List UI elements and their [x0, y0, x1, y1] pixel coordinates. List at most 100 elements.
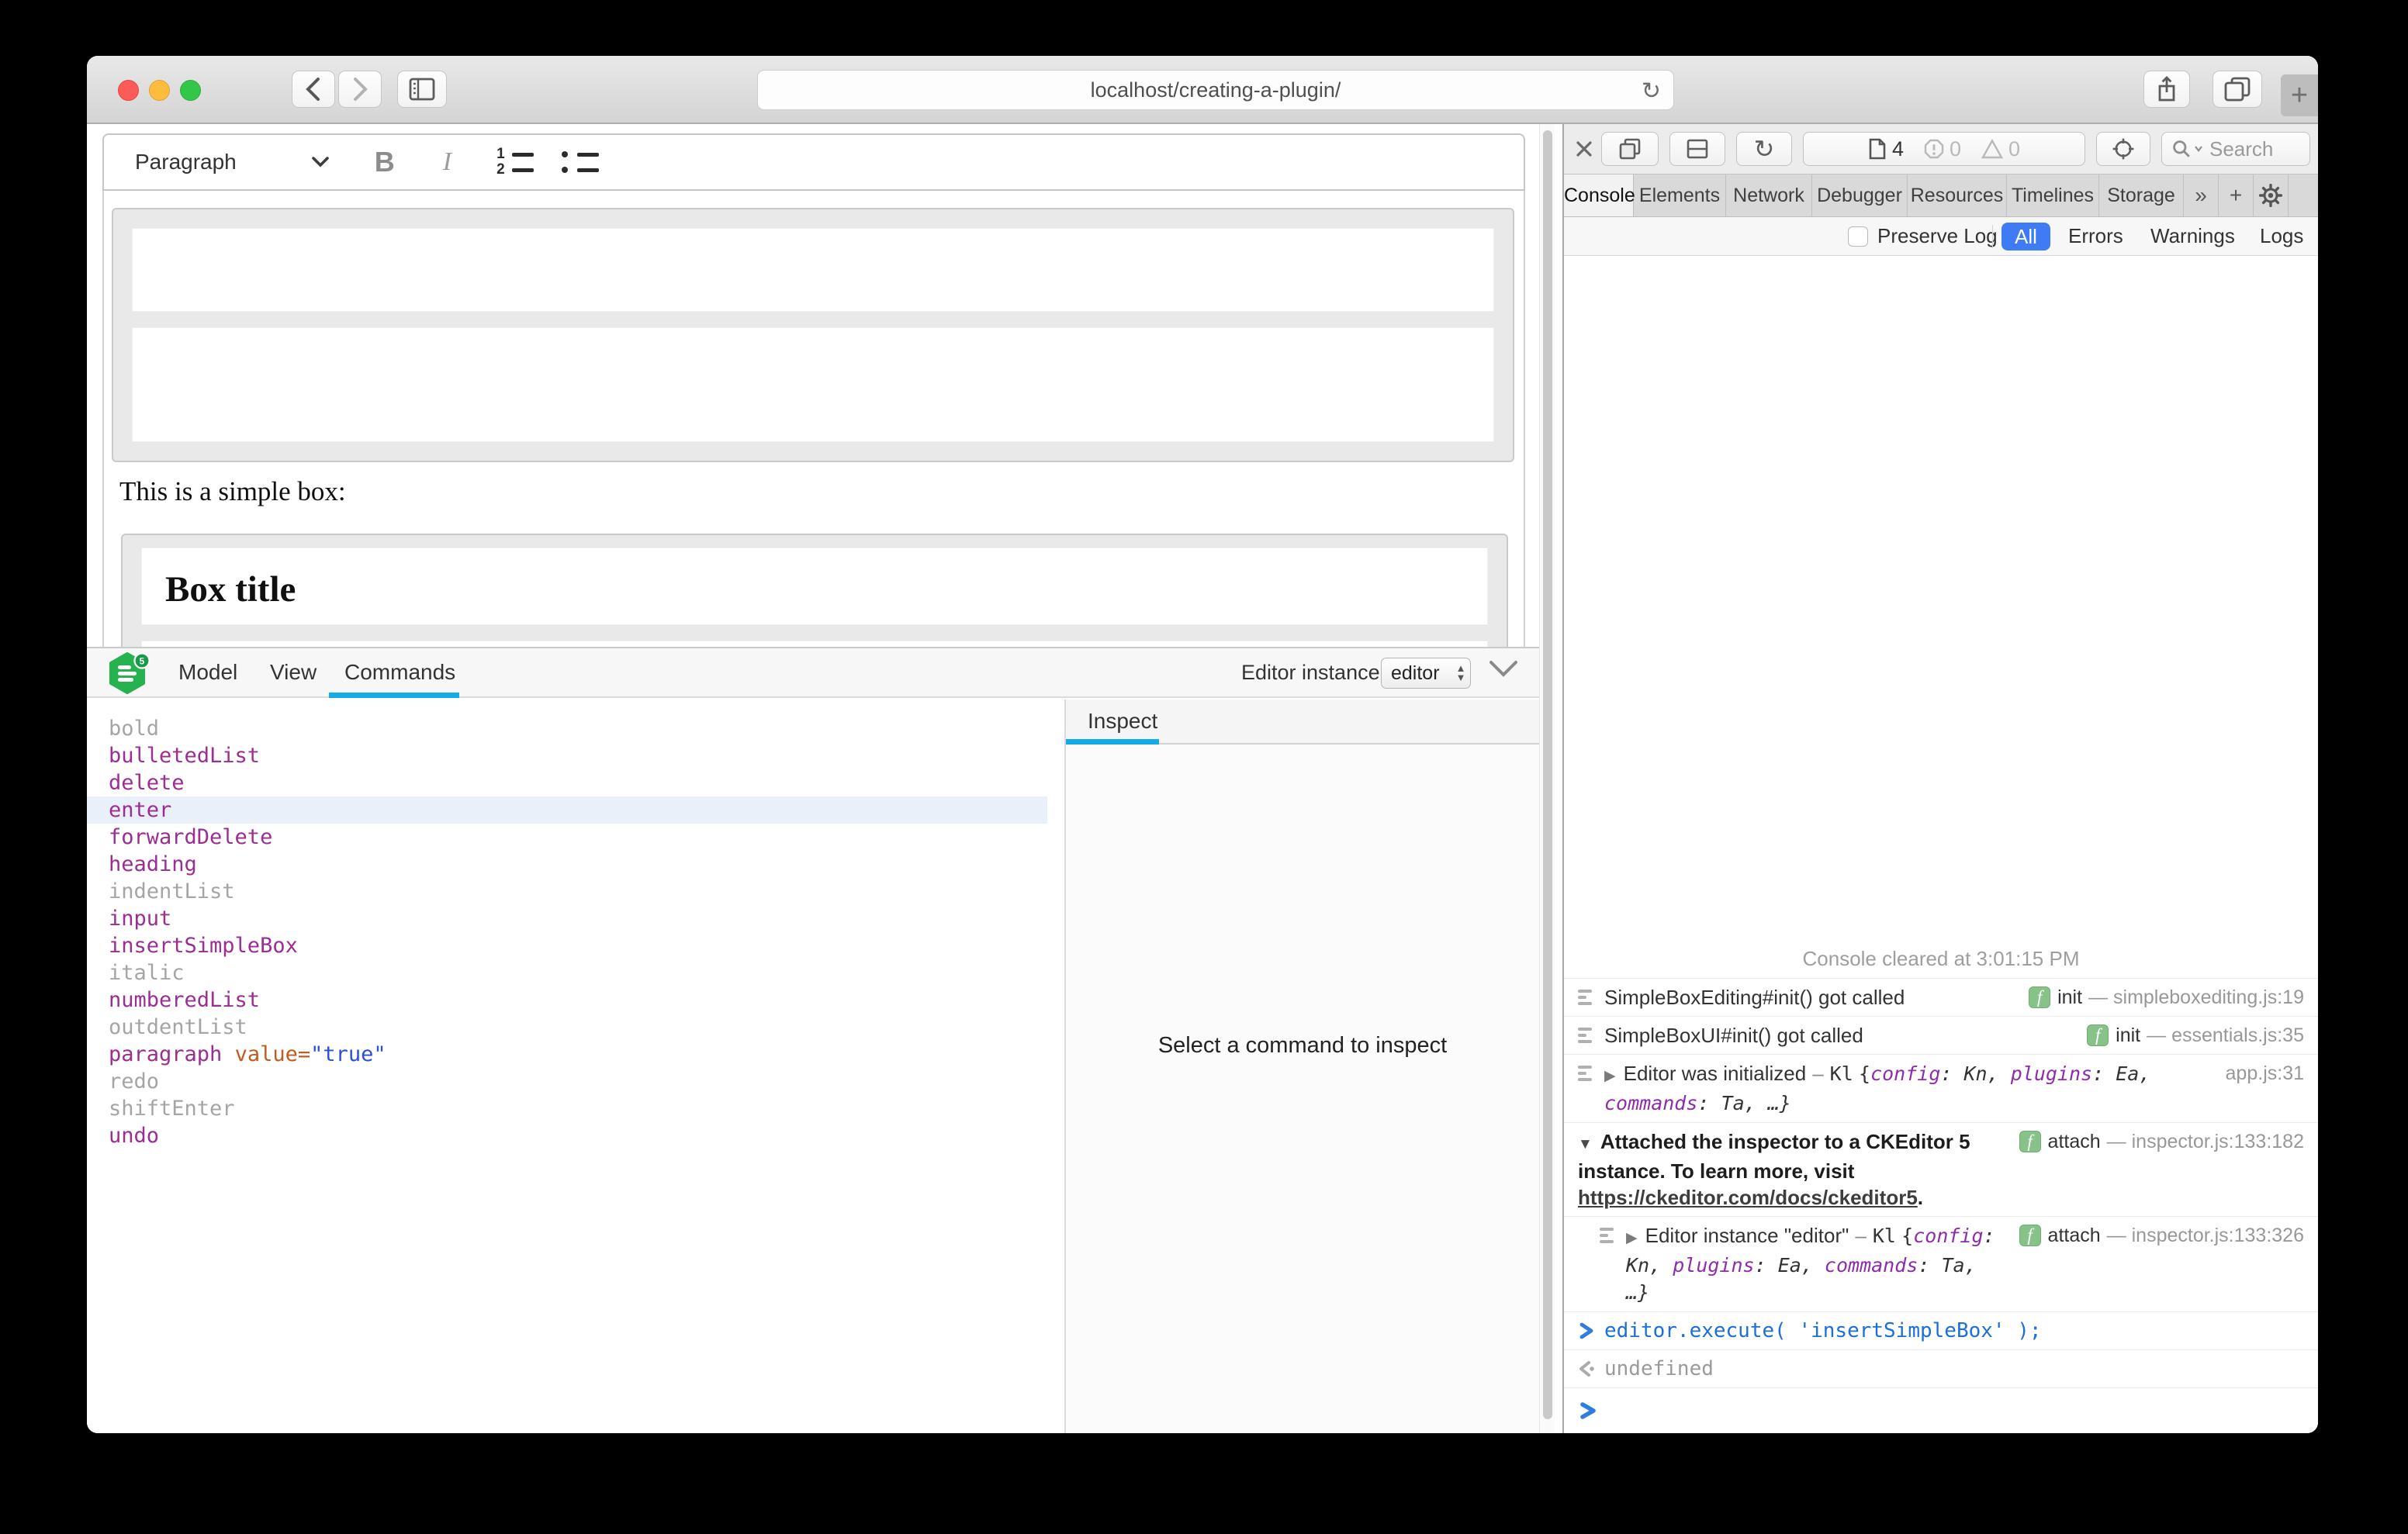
dock-bottom-button[interactable] [1669, 132, 1725, 166]
reload-icon[interactable]: ↻ [1642, 78, 1661, 105]
active-tab-underline [1066, 739, 1159, 745]
paragraph-text[interactable]: This is a simple box: [119, 476, 346, 507]
command-item[interactable]: delete [87, 769, 1064, 796]
command-item[interactable]: bulletedList [87, 742, 1064, 769]
source-link[interactable]: inspector.js:133:182 [2132, 1128, 2304, 1155]
error-octagon-icon [1924, 139, 1944, 159]
simple-box-widget[interactable] [112, 208, 1514, 462]
tab-inspect[interactable]: Inspect [1088, 700, 1157, 743]
source-link[interactable]: app.js:31 [2226, 1060, 2304, 1087]
inspect-empty-message: Select a command to inspect [1066, 1033, 1539, 1059]
filter-logs-button[interactable]: Logs [2260, 217, 2303, 254]
safari-window: localhost/creating-a-plugin/ ↻ + Paragra… [87, 56, 2318, 1433]
command-attr-name: value [235, 1042, 298, 1066]
console-log-row[interactable]: ▶Editor was initialized–Kl {config: Kn, … [1564, 1054, 2318, 1122]
tab-network[interactable]: Network [1726, 174, 1812, 216]
console-log-row-child[interactable]: ▶Editor instance "editor"–Kl {config: Kn… [1564, 1216, 2318, 1311]
sidebar-toggle-button[interactable] [397, 71, 447, 108]
filter-warnings-button[interactable]: Warnings [2150, 217, 2235, 254]
command-item[interactable]: insertSimpleBox [87, 932, 1064, 959]
search-input[interactable]: Search [2161, 132, 2310, 166]
tab-debugger[interactable]: Debugger [1812, 174, 1908, 216]
editor-instance-select[interactable]: editor ▲▼ [1381, 658, 1471, 689]
tab-storage[interactable]: Storage [2099, 174, 2184, 216]
detach-inspector-button[interactable] [1601, 132, 1659, 166]
disclosure-closed-icon[interactable]: ▶ [1604, 1068, 1616, 1084]
console-result-row[interactable]: undefined [1564, 1349, 2318, 1387]
ckeditor-docs-link[interactable]: https://ckeditor.com/docs/ckeditor5 [1578, 1186, 1918, 1209]
tab-console[interactable]: Console [1564, 174, 1634, 216]
new-tab-button[interactable]: + [2281, 74, 2318, 116]
divider [1992, 225, 1993, 248]
console-prompt[interactable] [1564, 1387, 2318, 1433]
console-log-row[interactable]: SimpleBoxUI#init() got called f init — e… [1564, 1016, 2318, 1054]
inspector-tabbar: Console Elements Network Debugger Resour… [1564, 174, 2318, 217]
element-picker-button[interactable] [2096, 132, 2150, 166]
preserve-log-checkbox[interactable] [1848, 226, 1868, 247]
tab-timelines[interactable]: Timelines [2007, 174, 2099, 216]
resource-status-button[interactable]: 4 0 0 [1803, 132, 2085, 166]
command-item[interactable]: indentList [87, 878, 1064, 905]
tab-view[interactable]: View [270, 648, 317, 696]
tab-resources[interactable]: Resources [1908, 174, 2007, 216]
command-item[interactable]: undo [87, 1122, 1064, 1149]
disclosure-closed-icon[interactable]: ▶ [1626, 1230, 1638, 1246]
command-item[interactable]: redo [87, 1068, 1064, 1095]
source-link[interactable]: inspector.js:133:326 [2132, 1222, 2304, 1249]
plus-icon: + [2291, 79, 2308, 112]
source-link[interactable]: essentials.js:35 [2171, 1022, 2304, 1049]
command-item[interactable]: forwardDelete [87, 824, 1064, 851]
minimize-window-button[interactable] [149, 80, 170, 101]
paragraph-style-dropdown[interactable]: Paragraph [135, 150, 237, 174]
disclosure-open-icon[interactable]: ▼ [1578, 1136, 1593, 1152]
box-title-text[interactable]: Box title [165, 568, 296, 610]
ckeditor-logo-icon: 5 [107, 651, 150, 697]
command-item[interactable]: bold [87, 715, 1064, 742]
source-link[interactable]: simpleboxediting.js:19 [2113, 984, 2304, 1011]
address-bar[interactable]: localhost/creating-a-plugin/ ↻ [757, 70, 1674, 110]
console-log-row[interactable]: ▼Attached the inspector to a CKEditor 5 … [1564, 1122, 2318, 1216]
close-window-button[interactable] [118, 80, 139, 101]
filter-errors-button[interactable]: Errors [2068, 217, 2123, 254]
chevron-down-icon[interactable] [311, 156, 330, 168]
tab-elements[interactable]: Elements [1634, 174, 1726, 216]
bold-button[interactable]: B [375, 146, 395, 178]
tab-commands[interactable]: Commands [344, 648, 455, 696]
command-item[interactable]: heading [87, 851, 1064, 878]
tab-model[interactable]: Model [178, 648, 237, 696]
log-message: SimpleBoxUI#init() got called [1604, 1022, 2076, 1049]
command-item-selected[interactable]: enter [87, 796, 1047, 824]
command-item[interactable]: input [87, 905, 1064, 932]
add-tab-button[interactable]: + [2219, 174, 2254, 216]
close-inspector-button[interactable] [1570, 135, 1598, 163]
console-log-row[interactable]: SimpleBoxEditing#init() got called f ini… [1564, 978, 2318, 1016]
function-name: init [2057, 984, 2082, 1011]
filter-all-button[interactable]: All [2001, 223, 2050, 250]
command-item[interactable]: paragraph value="true" [87, 1041, 1064, 1068]
command-item[interactable]: shiftEnter [87, 1095, 1064, 1122]
preserve-log-label[interactable]: Preserve Log [1877, 217, 1998, 254]
console-command-row[interactable]: editor.execute( 'insertSimpleBox' ); [1564, 1311, 2318, 1349]
settings-button[interactable] [2254, 174, 2289, 216]
share-button[interactable] [2143, 71, 2190, 108]
simple-box-title-field[interactable]: Box title [141, 548, 1488, 625]
document-icon [1868, 137, 1887, 161]
simple-box-description-field[interactable] [132, 327, 1494, 442]
italic-button[interactable]: I [443, 147, 452, 177]
command-item[interactable]: outdentList [87, 1014, 1064, 1041]
scrollbar-thumb[interactable] [1543, 130, 1552, 1419]
back-button[interactable] [292, 71, 335, 108]
command-item[interactable]: numberedList [87, 986, 1064, 1014]
forward-button[interactable] [338, 71, 382, 108]
reload-page-button[interactable]: ↻ [1736, 132, 1792, 166]
numbered-list-button[interactable]: 1 2 [496, 145, 534, 179]
collapse-panel-button[interactable] [1488, 659, 1519, 678]
console-filter-bar: Preserve Log All Errors Warnings Logs [1564, 217, 2318, 256]
tab-overview-button[interactable] [2213, 71, 2262, 108]
command-item[interactable]: italic [87, 959, 1064, 986]
more-tabs-button[interactable]: » [2184, 174, 2219, 216]
simple-box-title-field[interactable] [132, 228, 1494, 312]
zoom-window-button[interactable] [180, 80, 201, 101]
page-scrollbar[interactable] [1539, 124, 1555, 1433]
bulleted-list-button[interactable] [562, 145, 599, 179]
